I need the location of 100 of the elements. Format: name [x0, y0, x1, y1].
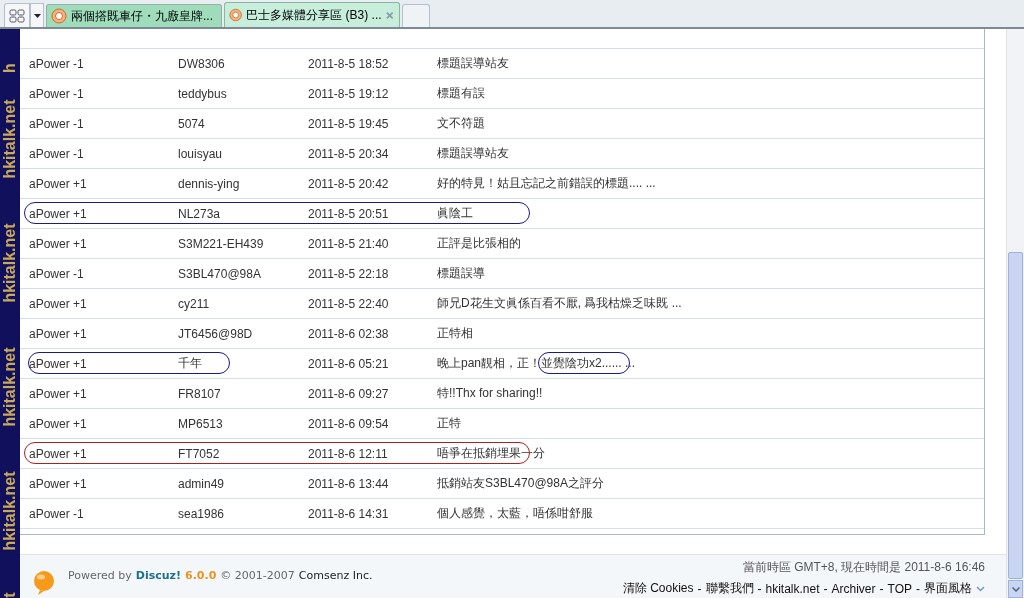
- time-cell-text: 2011-8-6 05:21: [308, 356, 390, 371]
- reason-cell: 師兄D花生文眞係百看不厭, 爲我枯燥乏味既 ...: [437, 295, 682, 312]
- user-cell-text: teddybus: [178, 86, 228, 101]
- user-cell-text: dennis-ying: [178, 176, 241, 191]
- dropdown-button[interactable]: [30, 3, 44, 27]
- caret-icon: [1011, 586, 1020, 592]
- reason-cell: 晚上pan靚相，正！並覺陰功x2...... ...: [437, 355, 636, 372]
- user-cell-text: S3BL470@98A: [178, 266, 262, 281]
- score-cell-text: aPower +1: [28, 416, 88, 431]
- brand-link[interactable]: Discuz!: [135, 569, 181, 582]
- reason-cell: 特!!Thx for sharing!!: [437, 385, 543, 402]
- score-cell-text: aPower -1: [28, 56, 85, 71]
- user-cell-text: admin49: [178, 476, 226, 491]
- score-cell-text: aPower +1: [28, 176, 88, 191]
- browser-tab[interactable]: 巴士多媒體分享區 (B3) ...: [224, 2, 400, 27]
- site-icon: [229, 7, 243, 23]
- user-cell-text: MP6513: [178, 416, 224, 431]
- close-icon[interactable]: [385, 10, 393, 20]
- score-cell-text: aPower -1: [28, 86, 85, 101]
- reason-cell: 標題誤導: [437, 265, 485, 282]
- chevron-down-icon: [976, 585, 985, 592]
- speech-bubble-icon: [32, 570, 56, 596]
- score-cell-text: aPower +1: [28, 356, 88, 371]
- time-cell-text: 2011-8-5 22:40: [308, 296, 390, 311]
- score-cell-text: aPower -1: [28, 506, 85, 521]
- footer-link[interactable]: 界面風格: [924, 580, 972, 597]
- reason-cell: 眞陰工: [437, 205, 473, 222]
- time-cell-text: 2011-8-5 21:40: [308, 236, 390, 251]
- reason-cell: 標題有誤: [437, 85, 485, 102]
- user-cell-text: cy211: [178, 296, 211, 311]
- footer-link[interactable]: 聯繫我們: [705, 580, 754, 597]
- grid-icon: [9, 8, 25, 23]
- user-cell-text: FR8107: [178, 386, 222, 401]
- reason-cell: 正評是比張相的: [437, 235, 521, 252]
- time-cell-text: 2011-8-5 19:45: [308, 116, 390, 131]
- user-cell-text: louisyau: [178, 146, 224, 161]
- browser-tab[interactable]: 兩個撘既車仔・九廒皇牌...: [46, 4, 222, 27]
- user-cell-text: DW8306: [178, 56, 226, 71]
- tab-list-button[interactable]: [4, 3, 30, 27]
- reason-cell: 抵銷站友S3BL470@98A之評分: [437, 475, 604, 492]
- footer-link[interactable]: hkitalk.net: [765, 581, 820, 596]
- separator-text: -: [879, 581, 884, 596]
- footer-link[interactable]: Archiver: [831, 581, 876, 596]
- banner-text: hkitalk.net: [1, 223, 19, 303]
- reason-cell: 正特相: [437, 325, 473, 342]
- reason-cell: 個人感覺，太藍，唔係咁舒服: [437, 505, 593, 522]
- time-cell-text: 2011-8-6 14:31: [308, 506, 390, 521]
- score-cell-text: aPower +1: [28, 206, 88, 221]
- footer-link[interactable]: 清除 Cookies: [622, 580, 694, 597]
- time-cell-text: 2011-8-6 09:27: [308, 386, 390, 401]
- separator-text: -: [697, 581, 702, 596]
- user-cell-text: NL273a: [178, 206, 222, 221]
- score-cell-text: aPower -1: [28, 146, 85, 161]
- time-zone-text: 當前時區 GMT+8, 現在時間是 2011-8-6 16:46: [742, 559, 985, 576]
- reason-cell: 好的特見！姑且忘記之前錯誤的標題.... ...: [437, 175, 656, 192]
- score-cell-text: aPower +1: [28, 296, 88, 311]
- time-cell-text: 2011-8-5 22:18: [308, 266, 390, 281]
- caret-icon: [33, 13, 41, 18]
- score-cell-text: aPower +1: [28, 446, 88, 461]
- separator-text: -: [757, 581, 762, 596]
- time-cell-text: 2011-8-6 12:11: [308, 446, 389, 461]
- score-cell-text: aPower +1: [28, 326, 88, 341]
- user-cell-text: FT7052: [178, 446, 221, 461]
- banner-text: hkitalk.net: [1, 99, 19, 179]
- scroll-down-button[interactable]: [1008, 580, 1023, 598]
- time-cell-text: 2011-8-5 20:42: [308, 176, 390, 191]
- score-cell-text: aPower +1: [28, 476, 88, 491]
- user-cell-text: S3M221-EH439: [178, 236, 265, 251]
- user-cell-text: sea1986: [178, 506, 226, 521]
- time-cell-text: 2011-8-5 19:12: [308, 86, 390, 101]
- company-link[interactable]: Comsenz Inc.: [298, 569, 373, 582]
- user-cell-text: JT6456@98D: [178, 326, 254, 341]
- score-cell-text: aPower +1: [28, 236, 88, 251]
- user-cell-text: 5074: [178, 116, 206, 131]
- time-cell-text: 2011-8-5 20:51: [308, 206, 390, 221]
- reason-cell: 標題誤導站友: [437, 55, 509, 72]
- time-cell-text: 2011-8-6 09:54: [308, 416, 390, 431]
- scrollbar-thumb[interactable]: [1008, 252, 1023, 579]
- score-cell-text: aPower -1: [28, 266, 85, 281]
- time-cell-text: 2011-8-5 20:34: [308, 146, 390, 161]
- reason-cell: 正特: [437, 415, 461, 432]
- score-cell-text: aPower -1: [28, 116, 85, 131]
- footer-link[interactable]: TOP: [887, 581, 912, 596]
- separator-text: -: [823, 581, 828, 596]
- time-cell-text: 2011-8-6 13:44: [308, 476, 390, 491]
- banner-text: t: [1, 592, 19, 598]
- separator-text: -: [916, 581, 920, 596]
- copyright-text: © 2001-2007: [220, 569, 295, 582]
- banner-text: hkitalk.net: [1, 471, 19, 551]
- banner-text: h: [1, 63, 19, 73]
- user-cell-text: 千年: [178, 355, 203, 372]
- reason-cell: 文不符題: [437, 115, 485, 132]
- reason-cell: 標題誤導站友: [437, 145, 509, 162]
- time-cell-text: 2011-8-5 18:52: [308, 56, 390, 71]
- banner-text: hkitalk.net: [1, 347, 19, 427]
- time-cell-text: 2011-8-6 02:38: [308, 326, 390, 341]
- site-icon: [51, 8, 67, 24]
- reason-cell: 唔爭在抵銷埋果一分: [437, 445, 545, 462]
- score-cell-text: aPower +1: [28, 386, 88, 401]
- new-tab-button[interactable]: [402, 4, 430, 27]
